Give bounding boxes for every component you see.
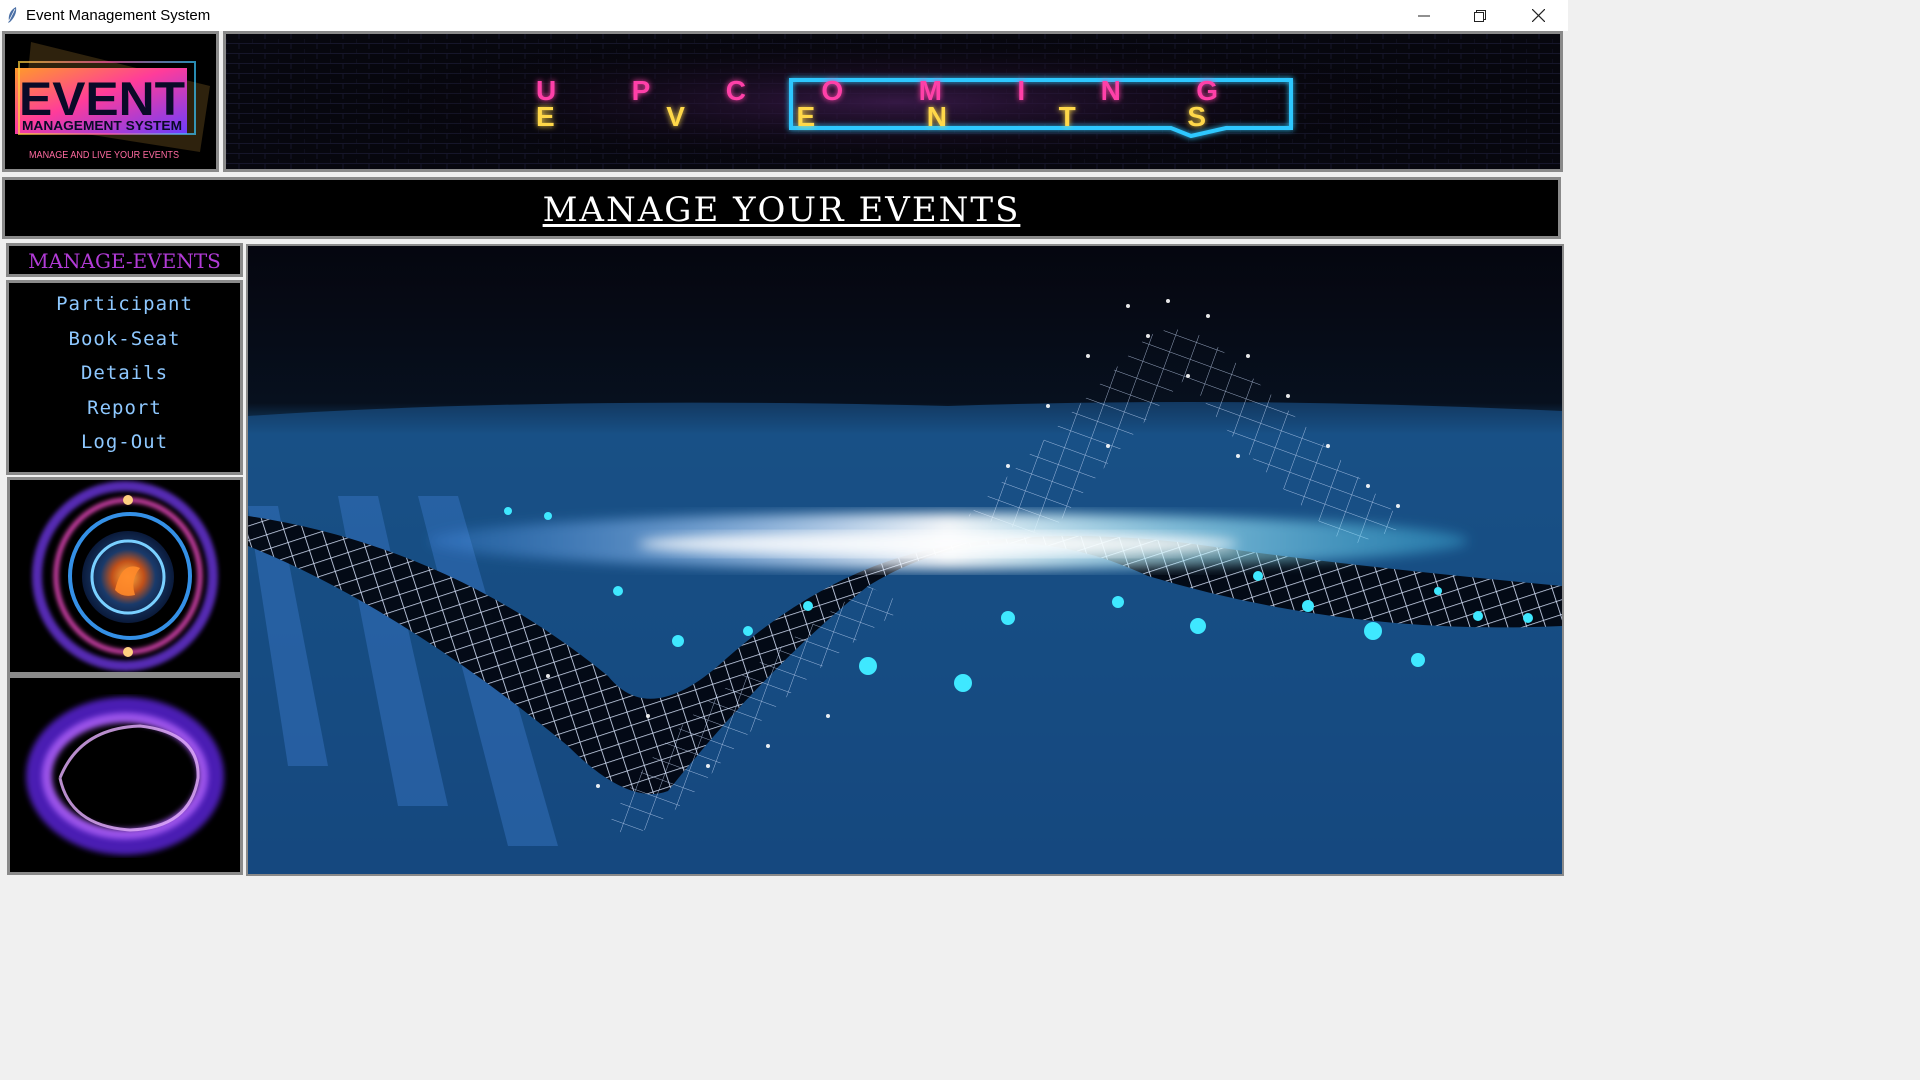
logo-panel: EVENT MANAGEMENT SYSTEM MANAGE AND LIVE … <box>2 31 219 172</box>
window-titlebar: Event Management System <box>0 0 1568 31</box>
feather-icon <box>8 7 17 23</box>
page-header: MANAGE YOUR EVENTS <box>2 177 1561 239</box>
sidebar-menu: Participant Book-Seat Details Report Log… <box>6 280 243 475</box>
purple-vortex-image <box>10 678 240 872</box>
sidebar-title: MANAGE-EVENTS <box>28 249 221 273</box>
main-content-panel <box>246 244 1564 876</box>
logo-tagline: MANAGE AND LIVE YOUR EVENTS <box>29 150 179 161</box>
minimize-icon <box>1418 15 1430 16</box>
window-title: Event Management System <box>26 7 211 24</box>
close-button[interactable] <box>1510 0 1566 31</box>
logo-subtitle: MANAGEMENT SYSTEM <box>22 118 182 133</box>
close-icon <box>1531 9 1545 22</box>
event-logo: EVENT MANAGEMENT SYSTEM MANAGE AND LIVE … <box>5 34 216 169</box>
banner-graphic: UPCOMING EVENTS <box>226 34 1560 169</box>
sidebar-item-report[interactable]: Report <box>9 393 240 428</box>
sidebar-title-panel: MANAGE-EVENTS <box>6 243 243 277</box>
portal-image-panel <box>7 477 243 675</box>
portal-ring-image <box>10 480 240 672</box>
restore-button[interactable] <box>1452 0 1508 31</box>
sidebar-list: Participant Book-Seat Details Report Log… <box>9 289 240 462</box>
vortex-image-panel <box>7 675 243 875</box>
sidebar-item-book-seat[interactable]: Book-Seat <box>9 324 240 359</box>
digital-wave-artwork <box>248 246 1562 874</box>
sidebar-item-log-out[interactable]: Log-Out <box>9 427 240 462</box>
page-title: MANAGE YOUR EVENTS <box>542 190 1021 230</box>
minimize-button[interactable] <box>1396 0 1452 31</box>
sidebar-item-participant[interactable]: Participant <box>9 289 240 324</box>
restore-icon <box>1474 9 1486 22</box>
upcoming-events-banner: UPCOMING EVENTS <box>223 31 1563 172</box>
sidebar-item-details[interactable]: Details <box>9 358 240 393</box>
